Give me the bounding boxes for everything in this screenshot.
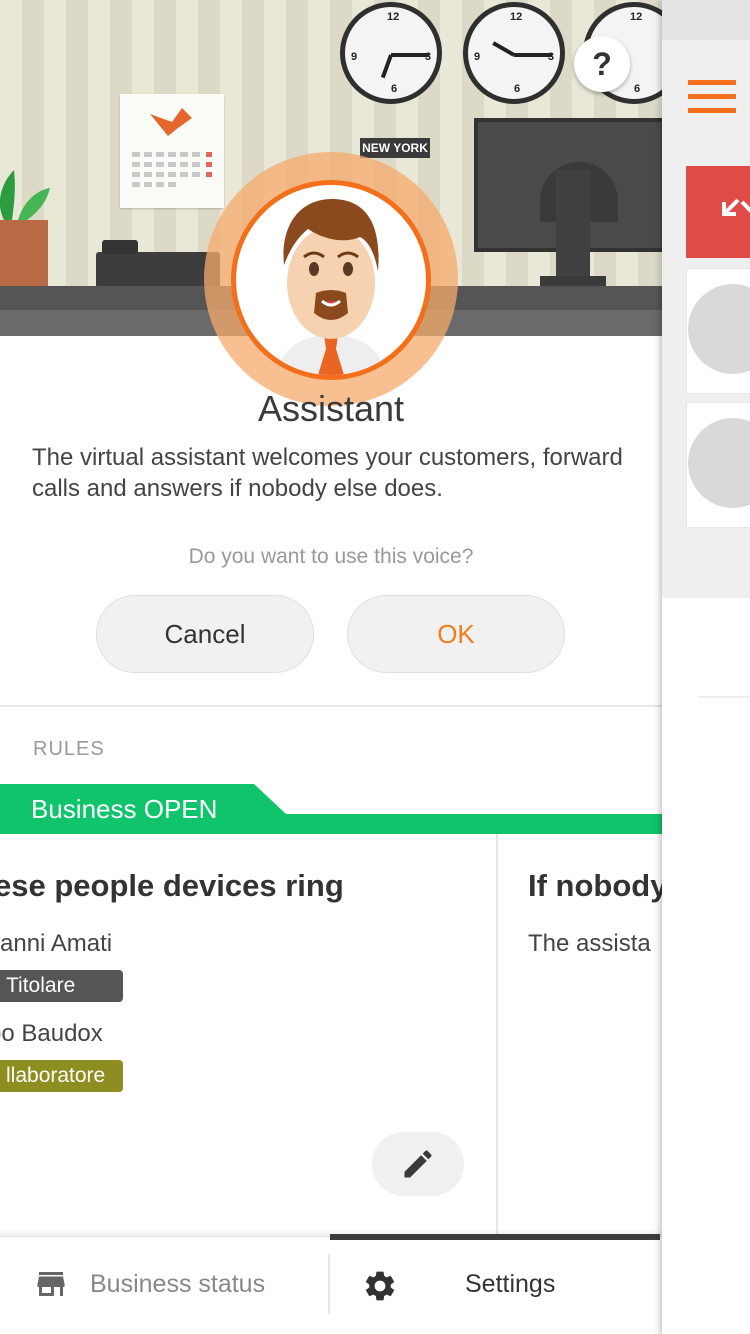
monitor-stand xyxy=(556,170,590,286)
clock-number: 6 xyxy=(634,83,641,95)
fallback-card-text: The assista xyxy=(528,930,651,957)
clock-number: 6 xyxy=(391,83,398,95)
side-red-card[interactable] xyxy=(686,166,750,258)
clock: 12 3 6 9 xyxy=(340,2,442,104)
clock-number: 12 xyxy=(630,11,643,23)
clock-number: 9 xyxy=(474,51,481,63)
help-button[interactable]: ? xyxy=(574,36,630,92)
voice-question: Do you want to use this voice? xyxy=(188,545,474,568)
clock-hand xyxy=(391,53,429,57)
clock-number: 6 xyxy=(514,83,521,95)
ring-card-title: ese people devices ring xyxy=(0,868,344,903)
main-panel: 12 3 6 9 12 3 6 9 12 6 NEW YORK ? Assist… xyxy=(0,0,662,1334)
gear-icon xyxy=(365,1271,395,1301)
column-divider xyxy=(496,834,498,1234)
side-panel-lower xyxy=(662,598,750,1334)
city-label: NEW YORK xyxy=(360,138,430,158)
business-open-label: Business OPEN xyxy=(31,794,218,824)
clock-hand xyxy=(492,41,515,57)
phone-handset xyxy=(102,240,138,254)
clock: 12 3 6 9 xyxy=(463,2,565,104)
store-icon xyxy=(37,1272,65,1296)
edit-button[interactable] xyxy=(372,1132,464,1196)
clock-hand xyxy=(514,53,552,57)
arrow-icon xyxy=(722,198,750,216)
clock-number: 12 xyxy=(510,11,523,23)
fallback-card-title: If nobody xyxy=(528,868,662,903)
assistant-avatar xyxy=(231,180,431,380)
clock-hand xyxy=(380,54,393,79)
side-panel-topbar xyxy=(662,0,750,40)
plant-pot xyxy=(0,220,48,286)
desk-phone xyxy=(96,252,220,288)
tab-business-status[interactable]: Business status xyxy=(0,1240,328,1334)
assistant-face-icon xyxy=(276,199,386,375)
cancel-button[interactable]: Cancel xyxy=(96,595,314,673)
assistant-title: Assistant xyxy=(257,388,405,429)
settings-label: Settings xyxy=(465,1270,556,1298)
person-name: vanni Amati xyxy=(0,930,113,957)
rules-section-label: RULES xyxy=(33,738,105,760)
menu-icon[interactable] xyxy=(688,80,736,116)
role-badge: llaboratore xyxy=(0,1060,123,1092)
business-status-label: Business status xyxy=(90,1270,266,1298)
pencil-icon xyxy=(404,1150,432,1178)
role-badge: Titolare xyxy=(0,970,123,1002)
assistant-description: The virtual assistant welcomes your cust… xyxy=(32,444,623,502)
ok-button[interactable]: OK xyxy=(347,595,565,673)
clock-number: 12 xyxy=(387,11,400,23)
person-name: po Baudox xyxy=(0,1020,103,1047)
side-panel xyxy=(662,0,750,1334)
side-divider xyxy=(698,696,750,698)
wall-calendar xyxy=(120,94,224,208)
tab-settings[interactable]: Settings xyxy=(330,1240,660,1334)
clock-number: 9 xyxy=(351,51,358,63)
question-mark-icon: ? xyxy=(592,46,612,82)
divider xyxy=(0,705,662,707)
